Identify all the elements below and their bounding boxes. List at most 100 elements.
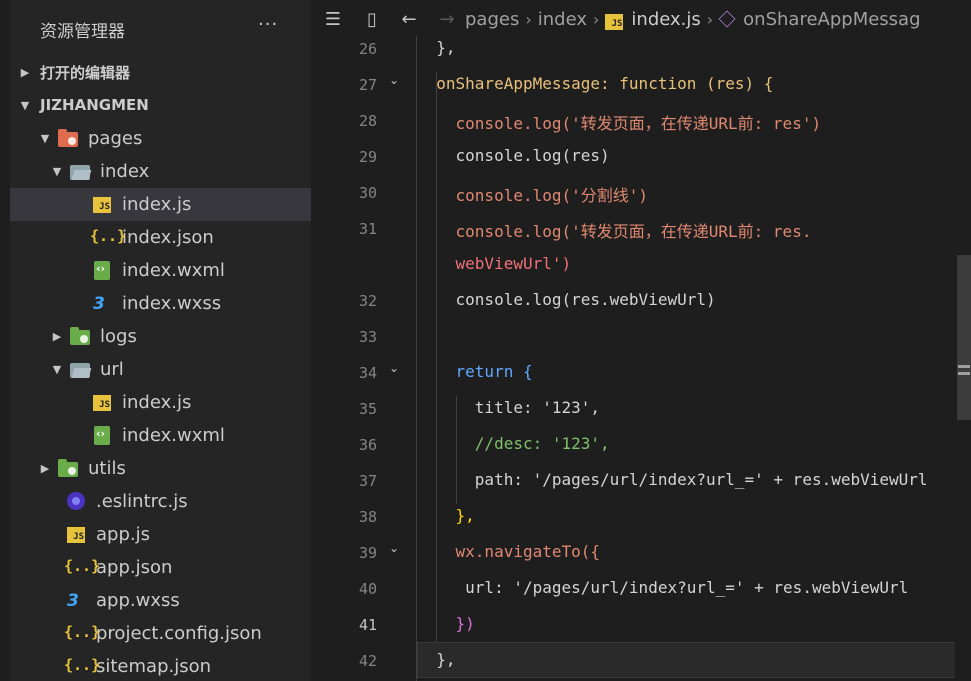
code-line-38[interactable]: 38 }, (311, 499, 971, 535)
open-editors-section[interactable]: ▶ 打开的编辑器 (10, 56, 310, 88)
more-actions-icon[interactable]: ··· (258, 14, 278, 35)
code-line-26[interactable]: 26 }, (311, 31, 971, 67)
tree-file-app-js[interactable]: JS app.js (10, 518, 311, 551)
tree-label: url (100, 359, 124, 380)
scrollbar-thumb[interactable] (957, 255, 971, 420)
folder-logs-icon (70, 326, 92, 347)
line-number: 28 (358, 112, 377, 130)
tree-file-app-json[interactable]: {..} app.json (10, 551, 311, 584)
tree-file-sitemap[interactable]: {..} sitemap.json (10, 650, 311, 681)
line-number: 42 (358, 652, 377, 670)
tree-label: app.wxss (96, 590, 180, 611)
code-line-31[interactable]: 31 console.log('转发页面，在传递URL前: res. (311, 211, 971, 247)
line-number: 27 (358, 76, 377, 94)
code-line-35[interactable]: 35 title: '123', (311, 391, 971, 427)
code-text: }, (417, 38, 456, 57)
fold-chevron-down-icon[interactable]: ⌄ (389, 541, 399, 555)
line-number: 32 (358, 292, 377, 310)
tree-label: index.wxss (122, 293, 222, 314)
line-number: 37 (358, 472, 377, 490)
code-text: title: '123', (417, 398, 601, 417)
breadcrumb-file-label: index.js (631, 8, 701, 30)
code-text: webViewUrl') (417, 254, 572, 273)
folder-utils-icon (58, 458, 80, 479)
code-area[interactable]: 26 }, 27 ⌄ onShareAppMessage: function (… (311, 36, 971, 681)
code-text: console.log(res) (417, 146, 610, 165)
fold-chevron-down-icon[interactable]: ⌄ (389, 73, 399, 87)
breadcrumb-pages[interactable]: pages (465, 9, 519, 30)
folder-pages-open-icon (58, 128, 80, 149)
code-line-39[interactable]: 39 ⌄ wx.navigateTo({ (311, 535, 971, 571)
js-file-icon: JS (66, 525, 88, 545)
project-name: JIZHANGMEN (40, 96, 149, 114)
code-line-40[interactable]: 40 url: '/pages/url/index?url_=' + res.w… (311, 571, 971, 607)
line-number: 39 (358, 544, 377, 562)
code-line-27[interactable]: 27 ⌄ onShareAppMessage: function (res) { (311, 67, 971, 103)
code-line-32[interactable]: 32 console.log(res.webViewUrl) (311, 283, 971, 319)
line-number: 36 (358, 436, 377, 454)
json-file-icon: {..} (90, 226, 127, 245)
breadcrumb-file[interactable]: JS index.js (605, 8, 701, 30)
code-line-28[interactable]: 28 console.log('转发页面，在传递URL前: res') (311, 103, 971, 139)
tree-folder-url[interactable]: ▼ url (10, 353, 311, 386)
line-number: 35 (358, 400, 377, 418)
tree-label: index.js (122, 392, 192, 413)
line-number: 40 (358, 580, 377, 598)
back-arrow-icon[interactable]: ← (389, 9, 429, 30)
code-text: wx.navigateTo({ (417, 542, 601, 561)
tree-folder-utils[interactable]: ▶ utils (10, 452, 311, 485)
tree-label: index.wxml (122, 260, 225, 281)
code-line-37[interactable]: 37 path: '/pages/url/index?url_=' + res.… (311, 463, 971, 499)
code-line-30[interactable]: 30 console.log('分割线') (311, 175, 971, 211)
code-text: path: '/pages/url/index?url_=' + res.web… (417, 470, 928, 489)
chevron-down-icon: ▼ (52, 363, 62, 376)
explorer-title: 资源管理器 (40, 22, 125, 42)
chevron-right-icon: ▶ (40, 462, 50, 475)
chevron-down-icon: ▼ (20, 98, 30, 112)
wxml-file-icon (92, 425, 114, 446)
tree-file-url-index-wxml[interactable]: index.wxml (10, 419, 311, 452)
chevron-right-icon: › (525, 9, 532, 29)
tree-file-app-wxss[interactable]: app.wxss (10, 584, 311, 617)
code-editor[interactable]: ☰ ▯ ← → pages › index › JS index.js › onS… (311, 0, 971, 681)
code-text: console.log(res.webViewUrl) (417, 290, 716, 309)
line-number: 34 (358, 364, 377, 382)
open-editors-label: 打开的编辑器 (40, 63, 131, 82)
tree-file-index-js[interactable]: JS index.js (10, 188, 311, 221)
json-file-icon: {..} (64, 556, 101, 575)
code-text: console.log('分割线') (417, 186, 649, 205)
breadcrumb-symbol[interactable]: onShareAppMessag (718, 9, 921, 30)
code-line-33[interactable]: 33 (311, 319, 971, 355)
tree-folder-logs[interactable]: ▶ logs (10, 320, 311, 353)
tree-folder-pages[interactable]: ▼ pages (10, 122, 311, 155)
code-line-42[interactable]: 42 }, (311, 643, 971, 679)
chevron-right-icon: › (593, 9, 600, 29)
js-file-icon: JS (92, 393, 114, 413)
bookmark-icon[interactable]: ▯ (355, 9, 389, 30)
project-section[interactable]: ▼ JIZHANGMEN (10, 89, 310, 121)
code-line-29[interactable]: 29 console.log(res) (311, 139, 971, 175)
tree-label: app.json (96, 557, 173, 578)
forward-arrow-icon[interactable]: → (429, 9, 465, 30)
tree-file-index-wxss[interactable]: index.wxss (10, 287, 311, 320)
breadcrumb-index[interactable]: index (538, 9, 587, 30)
fold-chevron-down-icon[interactable]: ⌄ (389, 361, 399, 375)
tree-folder-index[interactable]: ▼ index (10, 155, 311, 188)
folder-open-icon (70, 360, 92, 380)
tree-file-index-wxml[interactable]: index.wxml (10, 254, 311, 287)
line-number: 26 (358, 40, 377, 58)
tree-file-index-json[interactable]: {..} index.json (10, 221, 311, 254)
list-icon[interactable]: ☰ (311, 9, 355, 30)
js-file-icon: JS (605, 13, 624, 30)
code-text: console.log('转发页面，在传递URL前: res') (417, 114, 822, 133)
line-number: 31 (358, 220, 377, 238)
tree-file-eslintrc[interactable]: .eslintrc.js (10, 485, 311, 518)
tree-file-url-index-js[interactable]: JS index.js (10, 386, 311, 419)
css-file-icon (92, 294, 114, 314)
code-line-34[interactable]: 34 ⌄ return { (311, 355, 971, 391)
tree-file-project-config[interactable]: {..} project.config.json (10, 617, 311, 650)
code-line-31-wrap[interactable]: webViewUrl') (311, 247, 971, 283)
code-line-41[interactable]: 41 }) (311, 607, 971, 643)
css-file-icon (66, 591, 88, 611)
code-line-36[interactable]: 36 //desc: '123', (311, 427, 971, 463)
